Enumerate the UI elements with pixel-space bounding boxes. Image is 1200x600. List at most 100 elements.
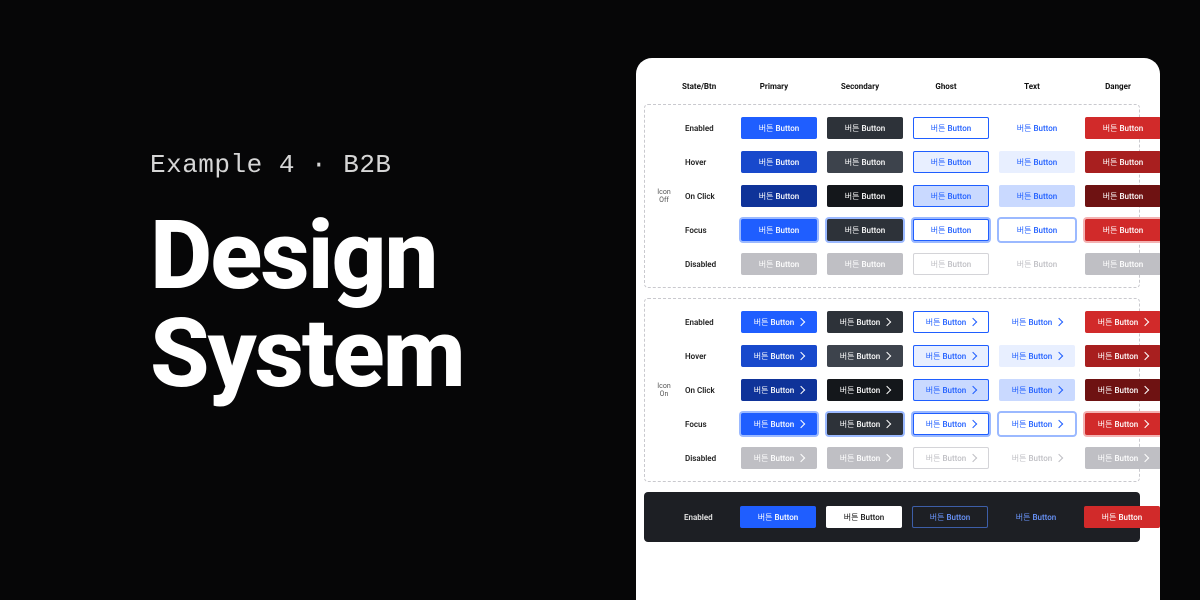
btn-primary-focus-icon[interactable]: 버튼 Button [741,413,817,435]
group-label-icon-off: Icon Off [649,111,679,281]
btn-ghost-hover[interactable]: 버튼 Button [913,151,989,173]
column-headers: State/Btn Primary Secondary Ghost Text D… [644,76,1140,96]
btn-danger-hover[interactable]: 버튼 Button [1085,151,1160,173]
headline-line-1: Design [150,208,650,306]
col-primary: Primary [734,82,814,91]
headline-line-2: System [150,306,650,404]
section-icon-on: Icon On Enabled 버튼 Button 버튼 Button 버튼 B… [644,298,1140,482]
chevron-right-icon [797,352,805,360]
btn-danger-focus-icon[interactable]: 버튼 Button [1085,413,1160,435]
chevron-right-icon [1141,420,1149,428]
chevron-right-icon [969,420,977,428]
state-label: On Click [685,386,733,395]
btn-primary-hover-icon[interactable]: 버튼 Button [741,345,817,367]
state-label: Disabled [685,454,733,463]
col-state-btn: State/Btn [680,82,728,91]
btn-secondary-enabled-icon[interactable]: 버튼 Button [827,311,903,333]
btn-ghost-disabled-icon: 버튼 Button [913,447,989,469]
state-label: Hover [685,352,733,361]
btn-secondary-enabled[interactable]: 버튼 Button [827,117,903,139]
btn-primary-hover[interactable]: 버튼 Button [741,151,817,173]
btn-danger-enabled-dark[interactable]: 버튼 Button [1084,506,1160,528]
btn-text-hover[interactable]: 버튼 Button [999,151,1075,173]
btn-text-disabled: 버튼 Button [999,253,1075,275]
hero-text: Example 4 · B2B Design System [150,150,650,404]
state-label: Enabled [685,318,733,327]
chevron-right-icon [1141,454,1149,462]
chevron-right-icon [883,420,891,428]
chevron-right-icon [797,318,805,326]
btn-text-click-icon[interactable]: 버튼 Button [999,379,1075,401]
state-label: Enabled [685,124,733,133]
chevron-right-icon [1141,386,1149,394]
eyebrow-text: Example 4 · B2B [150,150,650,180]
btn-secondary-focus-icon[interactable]: 버튼 Button [827,413,903,435]
btn-secondary-click-icon[interactable]: 버튼 Button [827,379,903,401]
btn-ghost-enabled-dark[interactable]: 버튼 Button [912,506,988,528]
btn-secondary-click[interactable]: 버튼 Button [827,185,903,207]
btn-text-disabled-icon: 버튼 Button [999,447,1075,469]
btn-danger-enabled-icon[interactable]: 버튼 Button [1085,311,1160,333]
btn-danger-focus[interactable]: 버튼 Button [1085,219,1160,241]
btn-danger-hover-icon[interactable]: 버튼 Button [1085,345,1160,367]
btn-text-enabled-icon[interactable]: 버튼 Button [999,311,1075,333]
chevron-right-icon [969,454,977,462]
btn-primary-disabled-icon: 버튼 Button [741,447,817,469]
btn-ghost-focus-icon[interactable]: 버튼 Button [913,413,989,435]
design-system-card: State/Btn Primary Secondary Ghost Text D… [636,58,1160,600]
chevron-right-icon [1055,352,1063,360]
btn-ghost-enabled[interactable]: 버튼 Button [913,117,989,139]
chevron-right-icon [1141,352,1149,360]
col-text: Text [992,82,1072,91]
btn-secondary-hover[interactable]: 버튼 Button [827,151,903,173]
btn-secondary-focus[interactable]: 버튼 Button [827,219,903,241]
btn-secondary-enabled-dark[interactable]: 버튼 Button [826,506,902,528]
section-icon-off: Icon Off Enabled 버튼 Button 버튼 Button 버튼 … [644,104,1140,288]
btn-primary-enabled[interactable]: 버튼 Button [741,117,817,139]
chevron-right-icon [797,454,805,462]
btn-primary-enabled-dark[interactable]: 버튼 Button [740,506,816,528]
btn-ghost-enabled-icon[interactable]: 버튼 Button [913,311,989,333]
btn-text-enabled-dark[interactable]: 버튼 Button [998,506,1074,528]
chevron-right-icon [883,352,891,360]
btn-danger-disabled-icon: 버튼 Button [1085,447,1160,469]
chevron-right-icon [797,386,805,394]
btn-ghost-disabled: 버튼 Button [913,253,989,275]
btn-secondary-disabled: 버튼 Button [827,253,903,275]
state-label: On Click [685,192,733,201]
btn-ghost-click-icon[interactable]: 버튼 Button [913,379,989,401]
btn-danger-disabled: 버튼 Button [1085,253,1160,275]
btn-ghost-hover-icon[interactable]: 버튼 Button [913,345,989,367]
btn-danger-click-icon[interactable]: 버튼 Button [1085,379,1160,401]
btn-secondary-hover-icon[interactable]: 버튼 Button [827,345,903,367]
state-label: Focus [685,226,733,235]
state-label: Enabled [684,513,732,522]
btn-primary-disabled: 버튼 Button [741,253,817,275]
btn-text-click[interactable]: 버튼 Button [999,185,1075,207]
headline: Design System [150,208,650,404]
chevron-right-icon [1055,386,1063,394]
chevron-right-icon [969,386,977,394]
chevron-right-icon [1055,420,1063,428]
btn-primary-enabled-icon[interactable]: 버튼 Button [741,311,817,333]
btn-primary-click-icon[interactable]: 버튼 Button [741,379,817,401]
chevron-right-icon [1055,318,1063,326]
btn-danger-click[interactable]: 버튼 Button [1085,185,1160,207]
btn-text-focus-icon[interactable]: 버튼 Button [999,413,1075,435]
btn-danger-enabled[interactable]: 버튼 Button [1085,117,1160,139]
chevron-right-icon [1055,454,1063,462]
chevron-right-icon [883,318,891,326]
btn-ghost-focus[interactable]: 버튼 Button [913,219,989,241]
col-danger: Danger [1078,82,1158,91]
group-label-icon-on: Icon On [649,305,679,475]
btn-ghost-click[interactable]: 버튼 Button [913,185,989,207]
chevron-right-icon [969,318,977,326]
btn-text-hover-icon[interactable]: 버튼 Button [999,345,1075,367]
btn-primary-focus[interactable]: 버튼 Button [741,219,817,241]
chevron-right-icon [797,420,805,428]
btn-text-enabled[interactable]: 버튼 Button [999,117,1075,139]
btn-primary-click[interactable]: 버튼 Button [741,185,817,207]
chevron-right-icon [969,352,977,360]
state-label: Hover [685,158,733,167]
btn-text-focus[interactable]: 버튼 Button [999,219,1075,241]
